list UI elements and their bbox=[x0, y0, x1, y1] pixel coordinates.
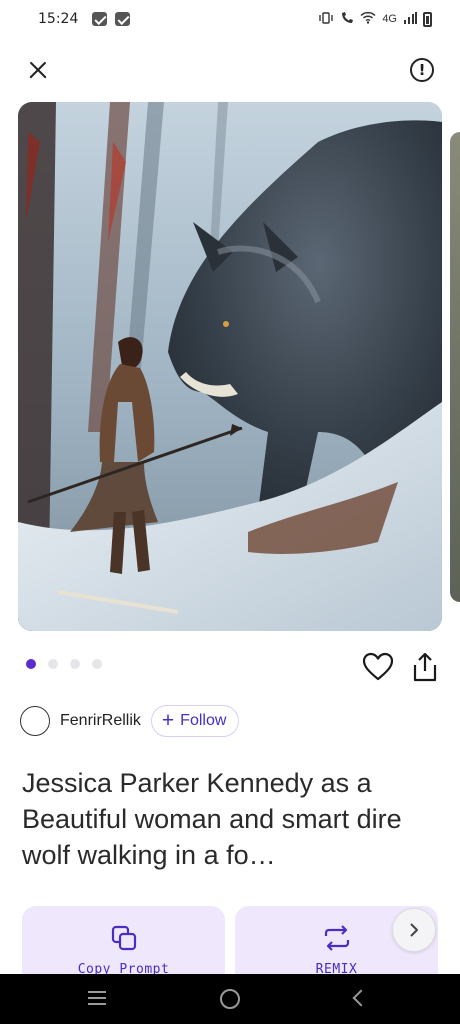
heart-icon[interactable] bbox=[362, 652, 394, 682]
wifi-call-icon bbox=[340, 11, 354, 28]
author-name[interactable]: FenrirRellik bbox=[60, 712, 141, 730]
follow-button[interactable]: + Follow bbox=[150, 705, 240, 737]
author-row: FenrirRellik + Follow bbox=[20, 704, 240, 738]
follow-label: Follow bbox=[180, 712, 227, 729]
chevron-right-icon[interactable] bbox=[392, 908, 436, 952]
prompt-title[interactable]: Jessica Parker Kennedy as a Beautiful wo… bbox=[22, 765, 442, 873]
plus-icon: + bbox=[161, 708, 175, 732]
artwork-image[interactable] bbox=[18, 102, 442, 631]
status-right: 4G bbox=[318, 11, 432, 28]
carousel-dot-active[interactable] bbox=[26, 659, 36, 669]
close-icon[interactable] bbox=[24, 56, 52, 84]
system-nav-bar bbox=[0, 974, 460, 1024]
network-type: 4G bbox=[382, 13, 397, 25]
notification-icon bbox=[115, 12, 131, 26]
battery-icon bbox=[423, 11, 432, 27]
share-icon[interactable] bbox=[410, 651, 440, 683]
wifi-icon bbox=[360, 11, 376, 27]
recents-icon[interactable] bbox=[88, 991, 106, 1005]
signal-icon bbox=[403, 11, 417, 27]
status-time: 15:24 bbox=[38, 11, 79, 27]
back-icon[interactable] bbox=[352, 989, 370, 1007]
status-left: 15:24 bbox=[38, 11, 131, 27]
artwork-illustration bbox=[18, 102, 442, 631]
home-icon[interactable] bbox=[220, 989, 240, 1009]
carousel-dot[interactable] bbox=[70, 659, 80, 669]
notification-icon bbox=[92, 12, 108, 26]
avatar[interactable] bbox=[20, 706, 50, 736]
carousel-dot[interactable] bbox=[48, 659, 58, 669]
remix-icon bbox=[324, 925, 349, 951]
carousel-dots bbox=[26, 659, 102, 669]
vibrate-icon bbox=[318, 11, 334, 27]
next-image-preview[interactable] bbox=[450, 132, 460, 602]
info-icon[interactable]: ! bbox=[410, 58, 434, 82]
status-bar: 15:24 4G bbox=[0, 0, 460, 38]
carousel-dot[interactable] bbox=[92, 659, 102, 669]
copy-icon bbox=[111, 925, 136, 951]
top-bar: ! bbox=[0, 48, 460, 92]
